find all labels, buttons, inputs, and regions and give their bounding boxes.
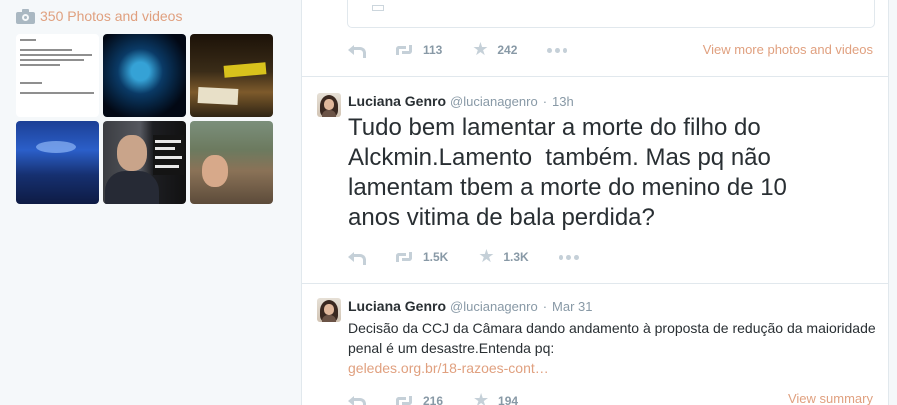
like-count: 242 (497, 43, 518, 57)
reply-button[interactable] (348, 43, 366, 58)
author-name[interactable]: Luciana Genro (348, 93, 446, 109)
more-button[interactable] (547, 47, 568, 53)
like-count: 194 (498, 394, 519, 405)
photo-thumbnail-meeting[interactable] (190, 121, 273, 204)
photo-thumbnail-document[interactable] (16, 34, 99, 117)
tweet-actions: 216 ★ 194 (348, 390, 548, 405)
reply-icon (348, 43, 366, 58)
like-count: 1.3K (503, 250, 529, 264)
photo-thumbnail-concert[interactable] (16, 121, 99, 204)
star-icon: ★ (473, 390, 490, 405)
tweet-actions: 113 ★ 242 (348, 39, 597, 60)
retweet-icon (394, 43, 414, 57)
author-handle[interactable]: @lucianagenro (450, 299, 538, 314)
retweet-icon (394, 250, 414, 264)
separator: · (542, 94, 548, 109)
media-card[interactable] (347, 0, 875, 28)
tweet-header: Luciana Genro @lucianagenro · Mar 31 (348, 298, 593, 314)
tweet-link[interactable]: geledes.org.br/18-razoes-cont… (348, 358, 878, 378)
retweet-count: 216 (423, 394, 444, 405)
author-name[interactable]: Luciana Genro (348, 298, 446, 314)
photo-thumbnail-stage[interactable] (103, 34, 186, 117)
retweet-button[interactable]: 216 (394, 394, 443, 405)
more-button[interactable] (558, 254, 579, 260)
tweet-text: Decisão da CCJ da Câmara dando andamento… (348, 320, 876, 356)
tweet-timeline: 113 ★ 242 View more photos and videos Lu… (301, 0, 889, 405)
like-button[interactable]: ★ 194 (473, 390, 519, 405)
tweet[interactable]: Luciana Genro @lucianagenro · Mar 31 Dec… (302, 283, 888, 405)
view-more-photos-link[interactable]: View more photos and videos (703, 42, 873, 57)
like-button[interactable]: ★ 1.3K (478, 246, 529, 267)
more-icon (547, 47, 568, 53)
photos-videos-link[interactable]: 350 Photos and videos (40, 8, 182, 24)
reply-icon (348, 394, 366, 405)
card-image-placeholder-icon (372, 5, 384, 11)
photo-grid (16, 34, 273, 204)
view-summary-link[interactable]: View summary (788, 391, 873, 405)
more-icon (558, 254, 579, 260)
photo-thumbnail-protest[interactable] (190, 34, 273, 117)
star-icon: ★ (472, 39, 489, 60)
tweet-timestamp[interactable]: Mar 31 (552, 299, 592, 314)
like-button[interactable]: ★ 242 (472, 39, 518, 60)
tweet-timestamp[interactable]: 13h (552, 94, 574, 109)
tweet-text-block: Decisão da CCJ da Câmara dando andamento… (348, 318, 878, 378)
reply-button[interactable] (348, 394, 366, 405)
tweet-header: Luciana Genro @lucianagenro · 13h (348, 93, 574, 109)
retweet-count: 1.5K (423, 250, 449, 264)
retweet-count: 113 (423, 43, 443, 57)
tweet-actions: 1.5K ★ 1.3K (348, 246, 609, 267)
star-icon: ★ (478, 246, 495, 267)
retweet-icon (394, 394, 414, 405)
reply-icon (348, 250, 366, 265)
author-handle[interactable]: @lucianagenro (450, 94, 538, 109)
photo-thumbnail-politician[interactable] (103, 121, 186, 204)
camera-icon (16, 8, 35, 24)
separator: · (542, 299, 548, 314)
avatar[interactable] (317, 93, 341, 117)
photos-sidebar: 350 Photos and videos (0, 0, 290, 405)
reply-button[interactable] (348, 250, 366, 265)
tweet-text: Tudo bem lamentar a morte do filho do Al… (348, 114, 787, 231)
retweet-button[interactable]: 113 (394, 43, 442, 57)
tweet[interactable]: Luciana Genro @lucianagenro · 13h Tudo b… (302, 76, 888, 283)
retweet-button[interactable]: 1.5K (394, 250, 448, 264)
avatar[interactable] (317, 298, 341, 322)
photos-videos-header[interactable]: 350 Photos and videos (16, 8, 182, 24)
